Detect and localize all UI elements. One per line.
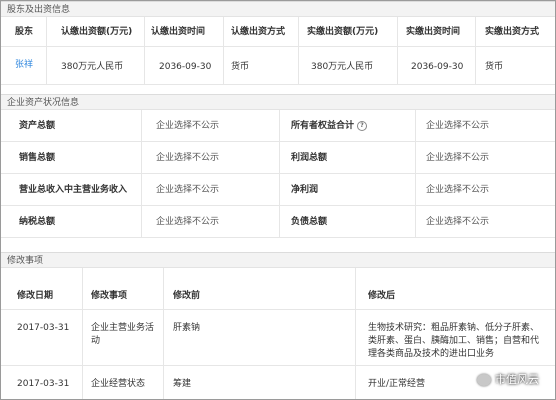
change-item-line2: 动 (91, 336, 101, 346)
subscribed-method: 货币 (231, 62, 250, 72)
value-total-liabilities: 企业选择不公示 (426, 217, 490, 227)
change-before: 筹建 (173, 379, 192, 389)
value-total-sales: 企业选择不公示 (156, 153, 220, 163)
wechat-icon (477, 374, 491, 386)
info-icon[interactable]: ? (357, 120, 368, 131)
label-net-profit: 净利润 (291, 185, 319, 195)
label-total-liabilities: 负债总额 (291, 217, 328, 227)
col-header-change-item: 修改事项 (91, 291, 128, 301)
paid-date: 2036-09-30 (411, 62, 464, 72)
change-before: 肝素钠 (173, 323, 201, 333)
col-header-paid-method: 实缴出资方式 (485, 27, 540, 37)
change-date: 2017-03-31 (17, 323, 70, 333)
label-owner-equity: 所有者权益合计? (291, 120, 368, 132)
assets-row: 纳税总额 企业选择不公示 负债总额 企业选择不公示 (1, 206, 555, 238)
label-total-tax: 纳税总额 (19, 217, 56, 227)
subscribed-amount: 380万元人民币 (61, 62, 124, 72)
col-header-change-date: 修改日期 (17, 291, 54, 301)
shareholder-section-title: 股东及出资信息 (1, 1, 555, 17)
paid-method: 货币 (485, 62, 504, 72)
shareholder-name-link[interactable]: 张祥 (15, 59, 33, 71)
change-after-line1: 生物技术研究：粗品肝素钠、低分子肝素、 (368, 323, 540, 333)
col-header-subscribed-date: 认缴出资时间 (151, 27, 206, 37)
change-item-line1: 企业主营业务活 (91, 323, 155, 333)
subscribed-date: 2036-09-30 (159, 62, 212, 72)
col-header-paid-date: 实缴出资时间 (406, 27, 461, 37)
value-main-revenue: 企业选择不公示 (156, 185, 220, 195)
assets-row: 营业总收入中主营业务收入 企业选择不公示 净利润 企业选择不公示 (1, 174, 555, 206)
assets-section-title: 企业资产状况信息 (1, 94, 555, 110)
change-item: 企业经营状态 (91, 379, 146, 389)
label-main-revenue: 营业总收入中主营业务收入 (19, 185, 128, 195)
col-header-before: 修改前 (173, 291, 201, 301)
col-header-paid-amount: 实缴出资额(万元) (307, 27, 379, 37)
label-total-profit: 利润总额 (291, 153, 328, 163)
col-header-subscribed-method: 认缴出资方式 (231, 27, 286, 37)
table-row: 2017-03-31 企业经营状态 筹建 开业/正常经营 (1, 366, 555, 399)
changes-header-row: 修改日期 修改事项 修改前 修改后 (1, 268, 555, 310)
value-total-assets: 企业选择不公示 (156, 121, 220, 131)
shareholder-header-row: 股东 认缴出资额(万元) 认缴出资时间 认缴出资方式 实缴出资额(万元) 实缴出… (1, 17, 555, 47)
changes-section-title: 修改事项 (1, 252, 555, 268)
report-panel: 股东及出资信息 股东 认缴出资额(万元) 认缴出资时间 认缴出资方式 实缴出资额… (0, 0, 556, 400)
change-after: 开业/正常经营 (368, 379, 426, 389)
value-owner-equity: 企业选择不公示 (426, 121, 490, 131)
col-header-after: 修改后 (368, 291, 396, 301)
watermark-text: 市值风云 (495, 373, 539, 386)
change-date: 2017-03-31 (17, 379, 70, 389)
value-total-tax: 企业选择不公示 (156, 217, 220, 227)
change-after-line2: 类肝素、蛋白、胰酶加工、销售；自营和代 (368, 336, 540, 346)
col-header-shareholder: 股东 (15, 27, 34, 37)
label-owner-equity-text: 所有者权益合计 (291, 121, 355, 131)
change-after-line3: 理各类商品及技术的进出口业务 (368, 349, 495, 359)
table-row: 张祥 380万元人民币 2036-09-30 货币 380万元人民币 2036-… (1, 47, 555, 85)
value-total-profit: 企业选择不公示 (426, 153, 490, 163)
label-total-assets: 资产总额 (19, 121, 56, 131)
col-header-subscribed-amount: 认缴出资额(万元) (61, 27, 133, 37)
table-row: 2017-03-31 企业主营业务活 动 肝素钠 生物技术研究：粗品肝素钠、低分… (1, 310, 555, 366)
paid-amount: 380万元人民币 (311, 62, 374, 72)
value-net-profit: 企业选择不公示 (426, 185, 490, 195)
watermark: 市值风云 (477, 371, 539, 387)
label-total-sales: 销售总额 (19, 153, 56, 163)
assets-row: 销售总额 企业选择不公示 利润总额 企业选择不公示 (1, 142, 555, 174)
assets-row: 资产总额 企业选择不公示 所有者权益合计? 企业选择不公示 (1, 110, 555, 142)
